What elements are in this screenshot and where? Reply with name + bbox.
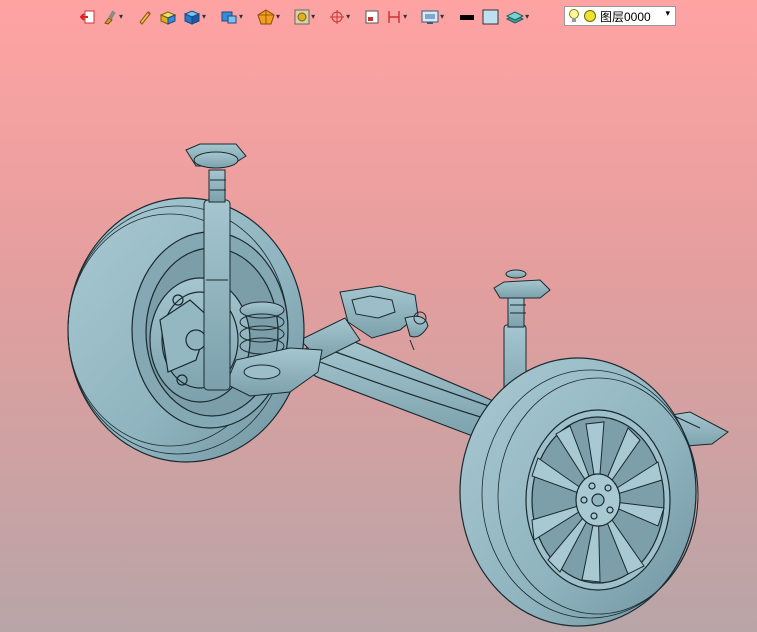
suspension-model[interactable] bbox=[0, 0, 757, 632]
work-plane-icon[interactable] bbox=[362, 7, 382, 27]
pencil-edit-icon[interactable] bbox=[135, 7, 155, 27]
line-color-icon[interactable] bbox=[456, 7, 478, 27]
right-wheel bbox=[459, 357, 699, 627]
layer-name: 图层0000 bbox=[600, 9, 651, 24]
view-toolbar: ▾ ▾ ▾ ▾ ▾ ▾ ▾ ▾ ▾ bbox=[78, 6, 531, 28]
yellow-dot-icon[interactable] bbox=[583, 9, 597, 23]
standard-views-icon[interactable]: ▾ bbox=[218, 7, 245, 27]
dimension-icon[interactable]: ▾ bbox=[384, 7, 409, 27]
render-mode-icon[interactable]: ▾ bbox=[255, 7, 282, 27]
bulb-icon[interactable] bbox=[568, 8, 580, 24]
coordinate-system-icon[interactable]: ▾ bbox=[327, 7, 352, 27]
layers-icon[interactable]: ▾ bbox=[504, 7, 531, 27]
cube-view-icon[interactable]: ▾ bbox=[181, 7, 208, 27]
display-filter-icon[interactable]: ▾ bbox=[419, 7, 446, 27]
3d-viewport[interactable]: ▾ ▾ ▾ ▾ ▾ ▾ ▾ ▾ ▾ 图层0000 ▾ bbox=[0, 0, 757, 632]
chevron-down-icon[interactable]: ▾ bbox=[665, 8, 670, 19]
exit-sketch-icon[interactable] bbox=[78, 7, 98, 27]
layer-dropdown[interactable]: 图层0000 ▾ bbox=[564, 6, 676, 26]
solid-box-icon[interactable] bbox=[157, 7, 179, 27]
paint-brush-icon[interactable]: ▾ bbox=[100, 7, 125, 27]
face-color-icon[interactable] bbox=[480, 7, 502, 27]
section-view-icon[interactable]: ▾ bbox=[292, 7, 317, 27]
